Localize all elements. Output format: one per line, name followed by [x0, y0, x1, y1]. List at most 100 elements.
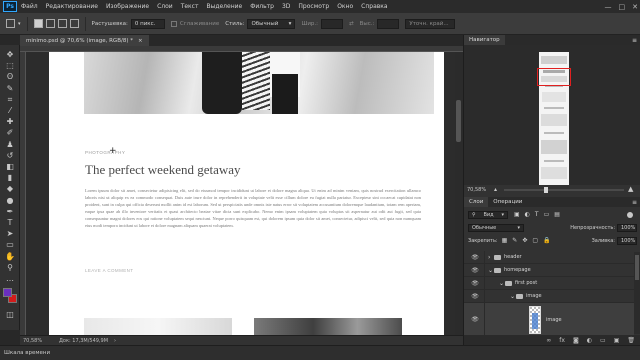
zoom-readout[interactable]: 70,58%	[23, 338, 53, 344]
quick-mask-icon[interactable]: ◫	[3, 309, 17, 321]
menu-view[interactable]: Просмотр	[298, 3, 329, 10]
navigator-zoom-slider[interactable]	[504, 189, 624, 191]
pen-tool-icon[interactable]: ✒	[3, 206, 17, 218]
navigator-zoom-handle[interactable]	[544, 187, 548, 193]
visibility-eye-icon[interactable]: 👁	[470, 280, 480, 287]
healing-tool-icon[interactable]: ✚	[3, 116, 17, 128]
brush-tool-icon[interactable]: ✐	[3, 127, 17, 139]
type-tool-icon[interactable]: T	[3, 217, 17, 229]
lasso-tool-icon[interactable]: ʘ	[3, 71, 17, 83]
menu-edit[interactable]: Редактирование	[46, 3, 98, 10]
lock-all-icon[interactable]: 🔒	[543, 237, 550, 244]
lock-position-icon[interactable]: ✥	[522, 237, 527, 244]
menu-file[interactable]: Файл	[21, 3, 38, 10]
eraser-tool-icon[interactable]: ◧	[3, 161, 17, 173]
layers-scroll-thumb[interactable]	[635, 255, 639, 280]
layer-row[interactable]: 👁 › header	[464, 251, 634, 264]
layer-row[interactable]: 👁 image	[464, 303, 634, 337]
document-tab[interactable]: minimo.psd @ 70,6% (image, RGB/8) * ×	[20, 35, 149, 46]
fx-icon[interactable]: fx	[559, 337, 565, 344]
layer-row[interactable]: 👁 ⌄ homepage	[464, 264, 634, 277]
tab-navigator[interactable]: Навигатор	[464, 35, 505, 45]
visibility-eye-icon[interactable]: 👁	[470, 267, 480, 274]
style-select[interactable]: Обычный ▾	[247, 18, 296, 29]
filter-type-icon[interactable]: T	[535, 211, 539, 218]
blend-mode-select[interactable]: Обычные ▾	[468, 223, 524, 232]
panel-menu-icon[interactable]: ≡	[632, 37, 637, 44]
move-tool-icon[interactable]: ✥	[3, 49, 17, 61]
filter-smart-object-icon[interactable]: ▤	[554, 211, 560, 218]
swap-icon[interactable]: ⇄	[349, 21, 354, 27]
history-brush-tool-icon[interactable]: ↺	[3, 150, 17, 162]
group-icon[interactable]: ▭	[600, 337, 606, 344]
fill-input[interactable]: 100%	[617, 236, 637, 245]
visibility-eye-icon[interactable]: 👁	[470, 316, 480, 323]
document-canvas[interactable]: PHOTOGRAPHY + The perfect weekend getawa…	[49, 52, 444, 335]
dodge-tool-icon[interactable]: ●	[3, 195, 17, 207]
filter-shape-icon[interactable]: ▭	[544, 211, 550, 218]
shape-tool-icon[interactable]: ▭	[3, 239, 17, 251]
navigator-preview[interactable]	[464, 45, 640, 185]
blur-tool-icon[interactable]: ◆	[3, 183, 17, 195]
navigator-zoom-value[interactable]: 70,58%	[467, 187, 486, 193]
menu-layers[interactable]: Слои	[157, 3, 173, 10]
layer-row[interactable]: 👁 ⌄ image	[464, 290, 634, 303]
zoom-out-icon[interactable]: ▴	[494, 186, 497, 193]
height-input[interactable]	[377, 18, 400, 29]
zoom-in-icon[interactable]: ▲	[628, 185, 633, 193]
intersect-selection-icon[interactable]	[69, 19, 79, 28]
antialias-checkbox[interactable]	[170, 20, 177, 27]
close-window-button[interactable]: ✕	[632, 3, 638, 11]
path-select-tool-icon[interactable]: ➤	[3, 228, 17, 240]
maximize-button[interactable]: □	[619, 3, 626, 11]
canvas-area[interactable]: PHOTOGRAPHY + The perfect weekend getawa…	[26, 52, 463, 335]
subtract-selection-icon[interactable]	[57, 19, 67, 28]
menu-window[interactable]: Окно	[337, 3, 353, 10]
foreground-color-swatch[interactable]	[3, 288, 12, 297]
gradient-tool-icon[interactable]: ▮	[3, 172, 17, 184]
close-tab-icon[interactable]: ×	[138, 38, 143, 44]
new-layer-icon[interactable]: ▣	[614, 337, 620, 344]
crop-tool-icon[interactable]: ⌗	[3, 94, 17, 106]
lock-transparent-icon[interactable]: ▦	[502, 237, 508, 244]
edit-toolbar-icon[interactable]: …	[3, 273, 17, 285]
hand-tool-icon[interactable]: ✋	[3, 251, 17, 263]
canvas-vertical-scrollbar[interactable]	[455, 52, 463, 335]
minimize-button[interactable]: —	[605, 3, 612, 11]
tab-history[interactable]: Операции	[488, 197, 527, 207]
stamp-tool-icon[interactable]: ♟	[3, 139, 17, 151]
visibility-eye-icon[interactable]: 👁	[470, 293, 480, 300]
filter-pixel-icon[interactable]: ▣	[514, 211, 520, 218]
mask-icon[interactable]: ◙	[573, 337, 579, 344]
canvas-scroll-thumb[interactable]	[456, 100, 461, 142]
menu-type[interactable]: Текст	[181, 3, 199, 10]
visibility-eye-icon[interactable]: 👁	[470, 254, 480, 261]
lock-artboard-icon[interactable]: ▢	[532, 237, 538, 244]
menu-filter[interactable]: Фильтр	[250, 3, 274, 10]
status-menu-arrow-icon[interactable]: ›	[114, 338, 116, 344]
feather-input[interactable]: 0 пикс.	[130, 18, 165, 29]
link-icon[interactable]: ∞	[546, 337, 551, 344]
menu-3d[interactable]: 3D	[282, 3, 290, 10]
layer-row[interactable]: 👁 ⌄ first post	[464, 277, 634, 290]
zoom-tool-icon[interactable]: ⚲	[3, 262, 17, 274]
kind-filter-select[interactable]: ⚲ Вид ▾	[468, 210, 508, 219]
menu-help[interactable]: Справка	[361, 3, 387, 10]
width-input[interactable]	[321, 18, 343, 29]
menu-select[interactable]: Выделение	[206, 3, 242, 10]
filter-toggle-icon[interactable]	[627, 211, 633, 218]
trash-icon[interactable]: 🗑	[627, 337, 635, 344]
marquee-tool-icon[interactable]: ⬚	[3, 60, 17, 72]
quick-select-tool-icon[interactable]: ✎	[3, 83, 17, 95]
filter-adjustment-icon[interactable]: ◐	[525, 211, 530, 218]
new-selection-icon[interactable]	[33, 19, 43, 28]
navigator-view-rectangle[interactable]	[537, 68, 571, 86]
eyedropper-tool-icon[interactable]: ⁄	[3, 105, 17, 117]
lock-pixels-icon[interactable]: ✎	[512, 237, 517, 244]
refine-edge-button[interactable]: Уточн. край...	[405, 18, 456, 29]
menu-image[interactable]: Изображение	[106, 3, 149, 10]
adjustment-icon[interactable]: ◐	[587, 337, 592, 344]
tab-layers[interactable]: Слои	[464, 197, 489, 207]
opacity-input[interactable]: 100%	[617, 223, 637, 232]
layers-panel-menu-icon[interactable]: ≡	[632, 199, 637, 206]
